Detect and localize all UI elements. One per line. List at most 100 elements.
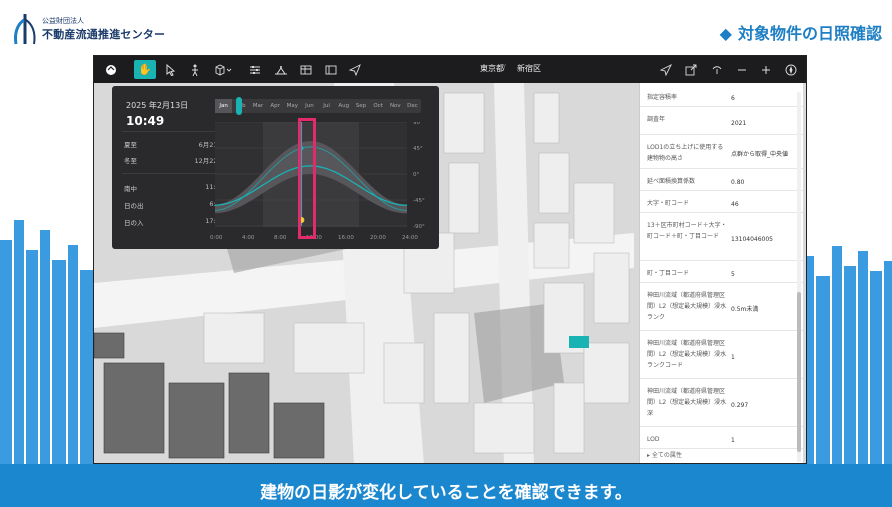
month-slider-handle[interactable] [236,97,242,115]
attribute-key: 神田川流域（都道府県管理区間）L2（想定最大規模）浸水深 [647,388,727,417]
attribute-row: 町・丁目コード 5 [640,265,803,283]
show-all-attributes-link[interactable]: ▸ 全ての属性 [647,450,682,459]
attribute-value: 5 [731,270,735,278]
month-option[interactable]: Oct [370,99,387,113]
diamond-icon: ◆ [719,24,732,43]
month-option[interactable]: May [284,99,301,113]
winter-solstice-label: 冬至 [124,157,137,165]
y-tick-label: 90° [413,122,423,126]
attribute-value: 13104046005 [731,235,773,243]
month-selector[interactable]: Jan Feb Mar Apr May Jun Jul Aug Sep Oct … [215,99,421,113]
time-highlight-box [298,118,316,239]
zoom-out-icon[interactable] [731,60,753,79]
sliders-icon[interactable] [244,60,266,79]
month-option[interactable]: Jun [301,99,318,113]
send-icon[interactable] [344,60,366,79]
attribute-row: 延べ面積換算係数 0.80 [640,173,803,191]
attribute-key: LOD1の立ち上げに使用する建物物の高さ [647,144,724,162]
attribute-row: LOD 1 [640,431,803,449]
summer-solstice-label: 夏至 [124,141,137,149]
attribute-scrollbar[interactable] [797,92,801,462]
x-tick-label: 16:00 [338,235,354,241]
sun-simulation-panel: 2025 年2月13日 10:49 夏至 6月21日 冬至 12月22日 南中 … [112,86,439,249]
y-tick-label: -45° [413,198,425,204]
attribute-key: 13＋区市町村コード＋大字・町コード＋町・丁目コード [647,222,727,240]
attribute-row: 13＋区市町村コード＋大字・町コード＋町・丁目コード 13104046005 [640,217,803,261]
shadow-icon[interactable] [270,60,292,79]
time-label[interactable]: 10:49 [126,114,164,128]
x-tick-label: 4:00 [242,235,255,241]
x-tick-label: 0:00 [210,235,223,241]
scrollbar-thumb[interactable] [797,292,801,452]
logo-icon [100,60,122,79]
organization-name: 不動産流通推進センター [42,28,166,41]
attribute-key: LOD [647,436,660,443]
x-tick-label: 20:00 [370,235,386,241]
navigate-icon[interactable] [655,60,677,79]
attribute-key: 延べ面積換算係数 [647,178,696,185]
attribute-key: 町・丁目コード [647,270,690,277]
target-building[interactable] [569,336,589,348]
month-option[interactable]: Dec [404,99,421,113]
date-label[interactable]: 2025 年2月13日 [126,100,188,111]
attribute-value: 1 [731,353,735,361]
attribute-value: 46 [731,200,739,208]
y-tick-label: 0° [413,172,419,178]
attribute-value: 点群から取得_中央値 [731,150,789,158]
sun-altitude-chart[interactable]: 90°45°0°-45°-90° 0:00 4:00 8:00 12:00 16:00 2… [207,122,435,246]
attribute-value: 6 [731,94,735,102]
x-tick-label: 8:00 [274,235,287,241]
attribute-value: 0.80 [731,178,745,186]
month-option[interactable]: Apr [267,99,284,113]
attribute-key: 神田川流域（都道府県管理区間）L2（想定最大規模）浸水ランクコード [647,340,727,369]
breadcrumb-prefecture[interactable]: 東京都 [480,63,504,74]
city-skyline-left-icon [0,220,95,470]
city-skyline-right-icon [802,246,892,466]
attribute-key: 調査年 [647,116,666,123]
hand-icon[interactable]: ✋ [134,60,156,79]
pedestrian-icon[interactable] [184,60,206,79]
zoom-in-icon[interactable] [755,60,777,79]
toolbar: ✋ 東京都 / 新宿区 [94,56,806,83]
attribute-row: 神田川流域（都道府県管理区間）L2（想定最大規模）浸水ランク 0.5m未満 [640,287,803,331]
attribute-row: 調査年 2021 [640,111,803,135]
export-icon[interactable] [680,60,702,79]
attribute-panel: 指定容積率 6 調査年 2021 LOD1の立ち上げに使用する建物物の高さ 点群から取得_… [639,83,803,463]
share-icon[interactable] [706,60,728,79]
slide-title-text: 対象物件の日照確認 [737,24,882,43]
organization-logo-icon [14,14,36,45]
pointer-icon[interactable] [160,60,182,79]
attribute-key: 大字・町コード [647,200,690,207]
attribute-row: 神田川流域（都道府県管理区間）L2（想定最大規模）浸水深 0.297 [640,383,803,427]
month-option[interactable]: Nov [387,99,404,113]
sunrise-label: 日の出 [124,202,144,210]
breadcrumb-ward[interactable]: 新宿区 [517,63,541,74]
month-option[interactable]: Sep [352,99,369,113]
attribute-row: 大字・町コード 46 [640,195,803,213]
sunset-label: 日の入 [124,219,144,227]
attribute-value: 0.5m未満 [731,305,759,313]
compass-icon[interactable] [780,60,802,79]
y-tick-label: -90° [413,224,425,230]
y-tick-label: 45° [413,146,423,152]
attribute-value: 2021 [731,119,747,127]
culmination-label: 南中 [124,185,137,193]
layers-icon[interactable] [320,60,342,79]
x-tick-label: 24:00 [402,235,418,241]
attribute-row: 指定容積率 6 [640,89,803,107]
box-icon[interactable] [209,60,237,79]
attribute-value: 0.297 [731,401,749,409]
organization-subtitle: 公益財団法人 [42,17,84,25]
attribute-row: 神田川流域（都道府県管理区間）L2（想定最大規模）浸水ランクコード 1 [640,335,803,379]
month-option[interactable]: Mar [249,99,266,113]
month-option[interactable]: Aug [335,99,352,113]
table-icon[interactable] [295,60,317,79]
slide-title: ◆ 対象物件の日照確認 [720,20,882,44]
attribute-key: 指定容積率 [647,94,678,101]
month-option[interactable]: Jul [318,99,335,113]
attribute-value: 1 [731,436,735,444]
month-option[interactable]: Jan [215,99,233,113]
plateau-viewer-window: ✋ 東京都 / 新宿区 2025 年2月13日 10:49 夏至 6月21日 冬… [93,55,807,464]
attribute-row: LOD1の立ち上げに使用する建物物の高さ 点群から取得_中央値 [640,139,803,169]
attribute-key: 神田川流域（都道府県管理区間）L2（想定最大規模）浸水ランク [647,292,727,321]
